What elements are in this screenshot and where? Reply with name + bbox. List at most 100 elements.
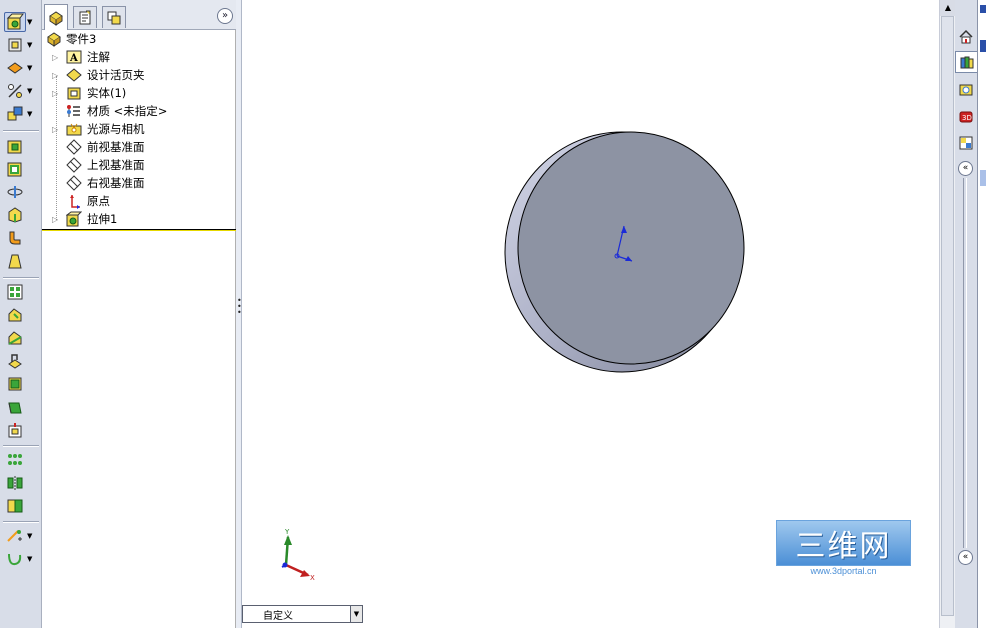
toolbar-separator <box>3 277 39 279</box>
chamfer-icon[interactable] <box>4 251 26 271</box>
tab-feature-manager[interactable] <box>44 4 68 30</box>
features-toolbar: ▼ ▼ ▼ ▼ ▼ ▼ ▼ <box>0 0 42 628</box>
view-palette-tab[interactable] <box>955 132 977 154</box>
design-library-tab[interactable] <box>955 51 977 73</box>
expand-task-pane-bottom-button[interactable]: « <box>958 550 973 565</box>
tree-item[interactable]: 原点 <box>42 192 236 210</box>
edge-mark <box>980 5 986 13</box>
collapse-panel-button[interactable]: » <box>217 8 233 24</box>
mirror-icon[interactable] <box>4 473 26 493</box>
dropdown-arrow-icon[interactable]: ▼ <box>27 549 35 569</box>
feature-tree: 零件3 ▷ A 注解 ▷ 设计活页夹 ▷ 实体(1) 材质 <未指定> ▷ 光源与相机 前视基准面上… <box>42 30 236 230</box>
3d-content-central-tab[interactable]: 3D <box>955 106 977 128</box>
file-explorer-tab[interactable] <box>955 79 977 101</box>
origin-icon <box>66 193 82 209</box>
tree-item[interactable]: 右视基准面 <box>42 174 236 192</box>
configuration-select-value: 自定义 <box>263 610 293 622</box>
tree-item[interactable]: 材质 <未指定> <box>42 102 236 120</box>
tree-item[interactable]: ▷ 拉伸1 <box>42 210 236 228</box>
dropdown-arrow-icon[interactable]: ▼ <box>27 526 35 546</box>
circular-pattern-icon[interactable] <box>4 450 26 470</box>
extrude-feature-icon <box>65 211 83 227</box>
expand-arrow-icon[interactable]: ▷ <box>52 215 60 224</box>
loft-icon[interactable] <box>4 81 26 101</box>
extruded-boss-icon[interactable] <box>4 12 26 32</box>
splitter-grip-icon: • • • <box>237 296 242 317</box>
tree-item[interactable]: ▷ A 注解 <box>42 48 236 66</box>
plane-icon <box>66 139 82 155</box>
tree-item-label: 右视基准面 <box>87 176 145 190</box>
tree-item-label: 实体(1) <box>87 86 127 100</box>
fillet-icon[interactable] <box>4 228 26 248</box>
tab-configuration-manager[interactable] <box>102 6 126 28</box>
sweep-icon[interactable] <box>4 58 26 78</box>
shell-icon[interactable] <box>4 351 26 371</box>
tab-property-manager[interactable] <box>73 6 97 28</box>
tree-item-label: 光源与相机 <box>87 122 145 136</box>
tree-item-label: 材质 <未指定> <box>87 104 168 118</box>
task-pane-slider <box>963 178 967 548</box>
graphics-area[interactable]: Y X 三维网 www.3dportal.cn 自定义 ▼ <box>242 0 939 628</box>
feature-manager-panel: » 零件3 ▷ A 注解 ▷ 设计活页夹 ▷ 实体(1) 材质 <未指定> ▷ 光源与相机 前视基准… <box>42 0 236 628</box>
draft-icon[interactable] <box>4 328 26 348</box>
tree-item[interactable]: ▷ 设计活页夹 <box>42 66 236 84</box>
expand-arrow-icon[interactable]: ▷ <box>52 71 60 80</box>
scroll-thumb[interactable] <box>941 16 954 616</box>
plane-icon <box>66 175 82 191</box>
tree-item[interactable]: 前视基准面 <box>42 138 236 156</box>
chevron-down-icon[interactable]: ▼ <box>350 606 362 622</box>
swept-cut-icon[interactable] <box>4 182 26 202</box>
curve-driven-pattern-icon[interactable] <box>4 496 26 516</box>
watermark-url: www.3dportal.cn <box>810 566 877 576</box>
dropdown-arrow-icon[interactable]: ▼ <box>27 104 35 124</box>
extruded-cut-icon[interactable] <box>4 136 26 156</box>
toolbar-separator <box>3 445 39 447</box>
tree-root-part[interactable]: 零件3 <box>42 30 236 48</box>
expand-arrow-icon[interactable]: ▷ <box>52 125 60 134</box>
revolved-cut-icon[interactable] <box>4 159 26 179</box>
linear-pattern-icon[interactable] <box>4 282 26 302</box>
plane-icon <box>66 157 82 173</box>
wrap-icon[interactable] <box>4 374 26 394</box>
dropdown-arrow-icon[interactable]: ▼ <box>27 58 35 78</box>
edge-mark <box>980 170 986 186</box>
boundary-icon[interactable] <box>4 104 26 124</box>
dropdown-arrow-icon[interactable]: ▼ <box>27 35 35 55</box>
tree-item-label: 设计活页夹 <box>87 68 145 82</box>
intersect-icon[interactable] <box>4 420 26 440</box>
expand-task-pane-button[interactable]: « <box>958 161 973 176</box>
lights-cameras-icon <box>66 121 82 137</box>
view-palette-icon <box>959 136 973 150</box>
watermark-brand: 三维网 <box>776 520 911 566</box>
tree-item-label: 前视基准面 <box>87 140 145 154</box>
scroll-up-icon[interactable]: ▲ <box>940 0 956 16</box>
tree-item-label: 原点 <box>87 194 110 208</box>
expand-arrow-icon[interactable]: ▷ <box>52 53 60 62</box>
reference-geometry-icon[interactable] <box>4 526 26 546</box>
reference-triad: Y X <box>272 525 322 585</box>
lofted-cut-icon[interactable] <box>4 205 26 225</box>
dome-icon[interactable] <box>4 397 26 417</box>
rollback-bar[interactable] <box>42 229 236 231</box>
dropdown-arrow-icon[interactable]: ▼ <box>27 81 35 101</box>
tree-root-label: 零件3 <box>66 32 97 46</box>
configuration-select[interactable]: 自定义 ▼ <box>242 605 363 623</box>
triad-y-label: Y <box>284 528 290 536</box>
dropdown-arrow-icon[interactable]: ▼ <box>27 12 35 32</box>
tree-item-label: 拉伸1 <box>87 212 118 226</box>
tree-item[interactable]: 上视基准面 <box>42 156 236 174</box>
rib-icon[interactable] <box>4 305 26 325</box>
material-icon <box>66 103 82 119</box>
revolve-icon[interactable] <box>4 35 26 55</box>
expand-arrow-icon[interactable]: ▷ <box>52 89 60 98</box>
task-pane: 3D « « <box>955 0 988 628</box>
curves-icon[interactable] <box>4 549 26 569</box>
tree-item[interactable]: ▷ 光源与相机 <box>42 120 236 138</box>
tree-item-label: 注解 <box>87 50 110 64</box>
solidworks-resources-tab[interactable] <box>955 26 977 48</box>
triad-x-label: X <box>310 574 315 582</box>
tree-item[interactable]: ▷ 实体(1) <box>42 84 236 102</box>
viewport-scrollbar[interactable]: ▲ <box>939 0 956 628</box>
design-library-icon <box>960 56 973 69</box>
home-icon <box>959 29 973 44</box>
